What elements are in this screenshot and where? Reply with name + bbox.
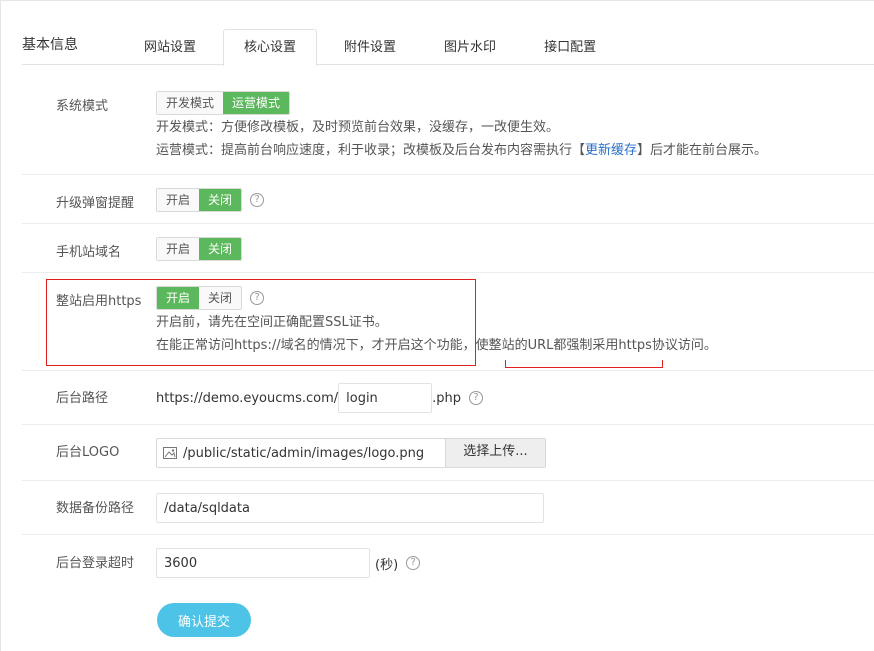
tab-attachment-settings[interactable]: 附件设置 bbox=[323, 29, 417, 65]
logo-path-text: /public/static/admin/images/logo.png bbox=[183, 445, 425, 461]
admin-logo-control: /public/static/admin/images/logo.png 选择上… bbox=[156, 438, 546, 468]
row-login-timeout: 后台登录超时 (秒) ? bbox=[22, 535, 874, 591]
mobile-domain-control: 开启 关闭 bbox=[156, 237, 243, 261]
upgrade-popup-toggle: 开启 关闭 bbox=[156, 188, 243, 212]
tab-site-settings[interactable]: 网站设置 bbox=[123, 29, 217, 65]
system-mode-toggle: 开发模式 运营模式 bbox=[156, 91, 291, 115]
ops-note-prefix: 运营模式：提高前台响应速度，利于收录；改模板及后台发布内容需执行【 bbox=[156, 143, 586, 158]
admin-path-input[interactable] bbox=[338, 383, 433, 413]
refresh-cache-link[interactable]: 更新缓存 bbox=[585, 143, 637, 158]
system-mode-control: 开发模式 运营模式 开发模式：方便修改模板，及时预览前台效果，没缓存，一改便生效… bbox=[156, 91, 767, 162]
admin-path-label: 后台路径 bbox=[56, 391, 109, 406]
ops-mode-note: 运营模式：提高前台响应速度，利于收录；改模板及后台发布内容需执行【更新缓存】后才… bbox=[156, 139, 767, 162]
upgrade-popup-on[interactable]: 开启 bbox=[157, 189, 200, 211]
tab-bar: 网站设置 核心设置 附件设置 图片水印 接口配置 bbox=[123, 29, 623, 66]
seconds-unit: (秒) bbox=[375, 557, 399, 573]
row-https: 整站启用https 开启 关闭 ? 开启前，请先在空间正确配置SSL证书。 在能… bbox=[22, 273, 874, 371]
admin-path-control: https://demo.eyoucms.com/ .php ? bbox=[156, 383, 484, 413]
https-note-1: 开启前，请先在空间正确配置SSL证书。 bbox=[156, 315, 388, 330]
tab-core-settings[interactable]: 核心设置 bbox=[223, 29, 318, 66]
admin-path-prefix: https://demo.eyoucms.com/ bbox=[156, 390, 339, 406]
mobile-domain-toggle: 开启 关闭 bbox=[156, 237, 243, 261]
ops-note-suffix: 】后才能在前台展示。 bbox=[637, 143, 768, 158]
dev-mode-note: 开发模式：方便修改模板，及时预览前台效果，没缓存，一改便生效。 bbox=[156, 120, 560, 135]
https-toggle: 开启 关闭 bbox=[156, 286, 243, 310]
logo-file-box: /public/static/admin/images/logo.png 选择上… bbox=[156, 438, 546, 468]
upgrade-popup-off[interactable]: 关闭 bbox=[199, 189, 242, 211]
row-system-mode: 系统模式 开发模式 运营模式 开发模式：方便修改模板，及时预览前台效果，没缓存，… bbox=[22, 65, 874, 175]
upload-button[interactable]: 选择上传... bbox=[445, 439, 545, 467]
row-admin-logo: 后台LOGO /public/static/admin/images/logo.… bbox=[22, 425, 874, 481]
login-timeout-label: 后台登录超时 bbox=[56, 556, 135, 571]
https-control: 开启 关闭 ? 开启前，请先在空间正确配置SSL证书。 在能正常访问https:… bbox=[156, 286, 717, 357]
backup-path-control bbox=[156, 493, 544, 523]
row-admin-path: 后台路径 https://demo.eyoucms.com/ .php ? bbox=[22, 371, 874, 425]
login-timeout-control: (秒) ? bbox=[156, 548, 421, 578]
backup-path-input[interactable] bbox=[156, 493, 544, 523]
admin-path-suffix: .php bbox=[432, 390, 462, 406]
upgrade-popup-label: 升级弹窗提醒 bbox=[56, 196, 135, 211]
https-note-2: 在能正常访问https://域名的情况下，才开启这个功能，使整站的URL都强制采… bbox=[156, 338, 717, 353]
admin-logo-label: 后台LOGO bbox=[56, 445, 120, 460]
submit-button[interactable]: 确认提交 bbox=[157, 603, 251, 637]
login-timeout-input[interactable] bbox=[156, 548, 370, 578]
system-mode-label: 系统模式 bbox=[56, 99, 109, 114]
mobile-domain-on[interactable]: 开启 bbox=[157, 238, 200, 260]
help-icon[interactable]: ? bbox=[250, 193, 265, 207]
ops-mode-option[interactable]: 运营模式 bbox=[223, 92, 290, 114]
row-upgrade-popup: 升级弹窗提醒 开启 关闭 ? bbox=[22, 175, 874, 224]
image-icon bbox=[163, 447, 177, 459]
logo-path-field[interactable]: /public/static/admin/images/logo.png bbox=[157, 446, 445, 461]
tab-image-watermark[interactable]: 图片水印 bbox=[423, 29, 517, 65]
row-mobile-domain: 手机站域名 开启 关闭 bbox=[22, 224, 874, 273]
mobile-domain-off[interactable]: 关闭 bbox=[199, 238, 242, 260]
https-label: 整站启用https bbox=[56, 294, 142, 309]
upgrade-popup-control: 开启 关闭 ? bbox=[156, 188, 265, 212]
help-icon[interactable]: ? bbox=[250, 291, 265, 305]
help-icon[interactable]: ? bbox=[469, 391, 484, 405]
dev-mode-option[interactable]: 开发模式 bbox=[157, 92, 224, 114]
settings-panel: 基本信息 网站设置 核心设置 附件设置 图片水印 接口配置 系统模式 开发模式 … bbox=[0, 0, 874, 651]
https-on[interactable]: 开启 bbox=[157, 287, 200, 309]
help-icon[interactable]: ? bbox=[406, 556, 421, 570]
mobile-domain-label: 手机站域名 bbox=[56, 245, 122, 260]
section-title: 基本信息 bbox=[22, 37, 78, 53]
https-off[interactable]: 关闭 bbox=[199, 287, 242, 309]
backup-path-label: 数据备份路径 bbox=[56, 501, 135, 516]
tab-api-config[interactable]: 接口配置 bbox=[523, 29, 617, 65]
row-backup-path: 数据备份路径 bbox=[22, 481, 874, 535]
